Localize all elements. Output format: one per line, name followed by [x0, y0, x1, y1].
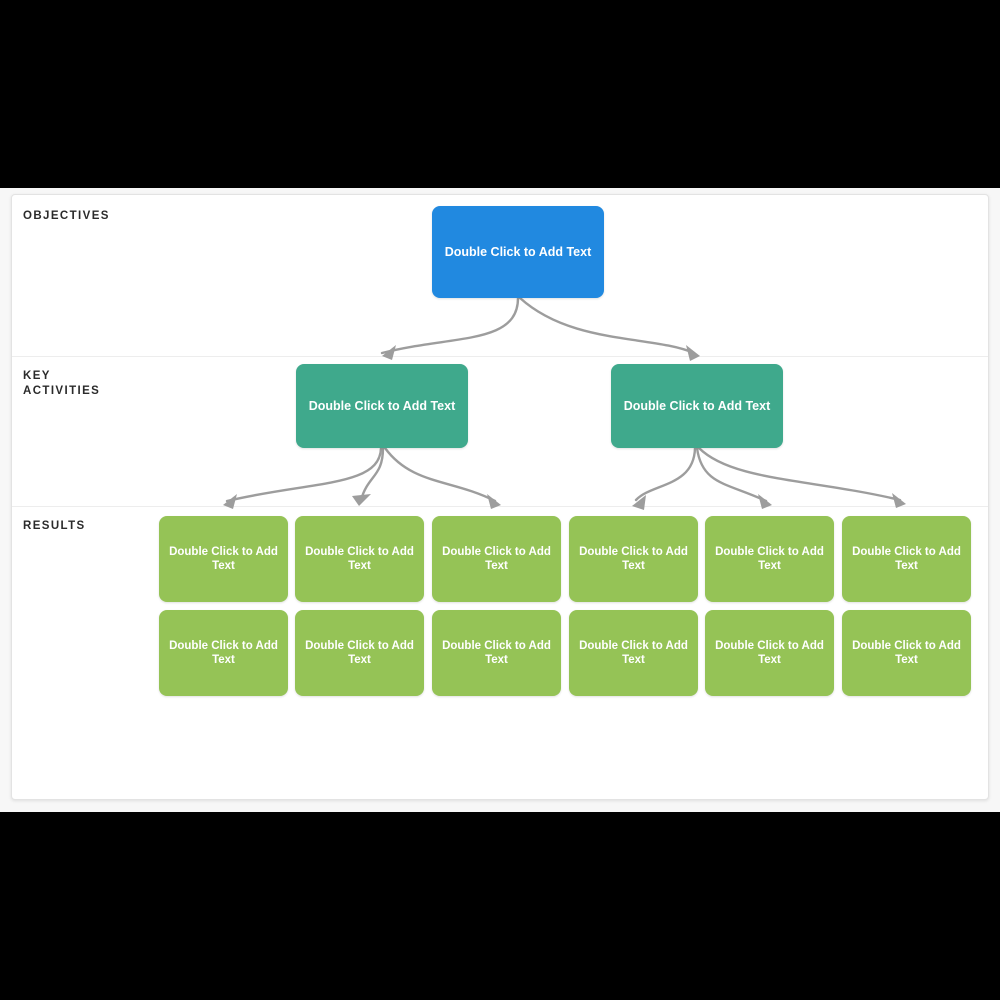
node-placeholder-text: Double Click to Add Text — [305, 546, 414, 572]
arrowhead-icon-c4 — [352, 494, 371, 506]
result-node-res-12[interactable]: Double Click to Add Text — [842, 610, 971, 696]
node-placeholder-text: Double Click to Add Text — [308, 399, 456, 413]
connector-c4 — [359, 446, 385, 502]
connector-c1 — [380, 296, 520, 355]
node-placeholder-text: Double Click to Add Text — [852, 546, 961, 572]
node-placeholder-text: Double Click to Add Text — [579, 546, 688, 572]
node-placeholder-text: Double Click to Add Text — [579, 640, 688, 666]
result-node-res-8[interactable]: Double Click to Add Text — [295, 610, 424, 696]
node-placeholder-text: Double Click to Add Text — [444, 245, 592, 259]
result-node-res-5[interactable]: Double Click to Add Text — [705, 516, 834, 602]
lane-divider-objectives-full — [12, 356, 988, 357]
diagram-canvas[interactable]: OBJECTIVES KEY ACTIVITIES RESULTS Double… — [11, 194, 989, 800]
activity-node-act-1[interactable]: Double Click to Add Text — [296, 364, 468, 448]
connector-c8 — [697, 446, 902, 502]
node-placeholder-text: Double Click to Add Text — [169, 640, 278, 666]
result-node-res-6[interactable]: Double Click to Add Text — [842, 516, 971, 602]
objective-node-obj-1[interactable]: Double Click to Add Text — [432, 206, 604, 298]
result-node-res-9[interactable]: Double Click to Add Text — [432, 610, 561, 696]
result-node-res-2[interactable]: Double Click to Add Text — [295, 516, 424, 602]
node-placeholder-text: Double Click to Add Text — [715, 546, 824, 572]
activity-node-act-2[interactable]: Double Click to Add Text — [611, 364, 783, 448]
arrowhead-icon-c1 — [382, 345, 396, 360]
connector-c2 — [518, 296, 696, 355]
node-placeholder-text: Double Click to Add Text — [305, 640, 414, 666]
arrowhead-icon-c6 — [632, 495, 646, 510]
lane-divider-activities — [12, 506, 988, 507]
node-placeholder-text: Double Click to Add Text — [852, 640, 961, 666]
node-placeholder-text: Double Click to Add Text — [715, 640, 824, 666]
node-placeholder-text: Double Click to Add Text — [442, 546, 551, 572]
result-node-res-11[interactable]: Double Click to Add Text — [705, 610, 834, 696]
node-placeholder-text: Double Click to Add Text — [623, 399, 771, 413]
result-node-res-10[interactable]: Double Click to Add Text — [569, 610, 698, 696]
lane-label-key-activities: KEY ACTIVITIES — [23, 370, 101, 397]
connector-c6 — [634, 446, 697, 502]
result-node-res-7[interactable]: Double Click to Add Text — [159, 610, 288, 696]
result-node-res-1[interactable]: Double Click to Add Text — [159, 516, 288, 602]
lane-label-results: RESULTS — [23, 520, 86, 532]
connector-c5 — [383, 446, 497, 503]
lane-label-objectives: OBJECTIVES — [23, 210, 110, 222]
result-node-res-4[interactable]: Double Click to Add Text — [569, 516, 698, 602]
connector-c7 — [695, 446, 768, 503]
result-node-res-3[interactable]: Double Click to Add Text — [432, 516, 561, 602]
node-placeholder-text: Double Click to Add Text — [169, 546, 278, 572]
arrowhead-icon-c2 — [686, 345, 700, 361]
node-placeholder-text: Double Click to Add Text — [442, 640, 551, 666]
connector-c3 — [225, 446, 383, 503]
